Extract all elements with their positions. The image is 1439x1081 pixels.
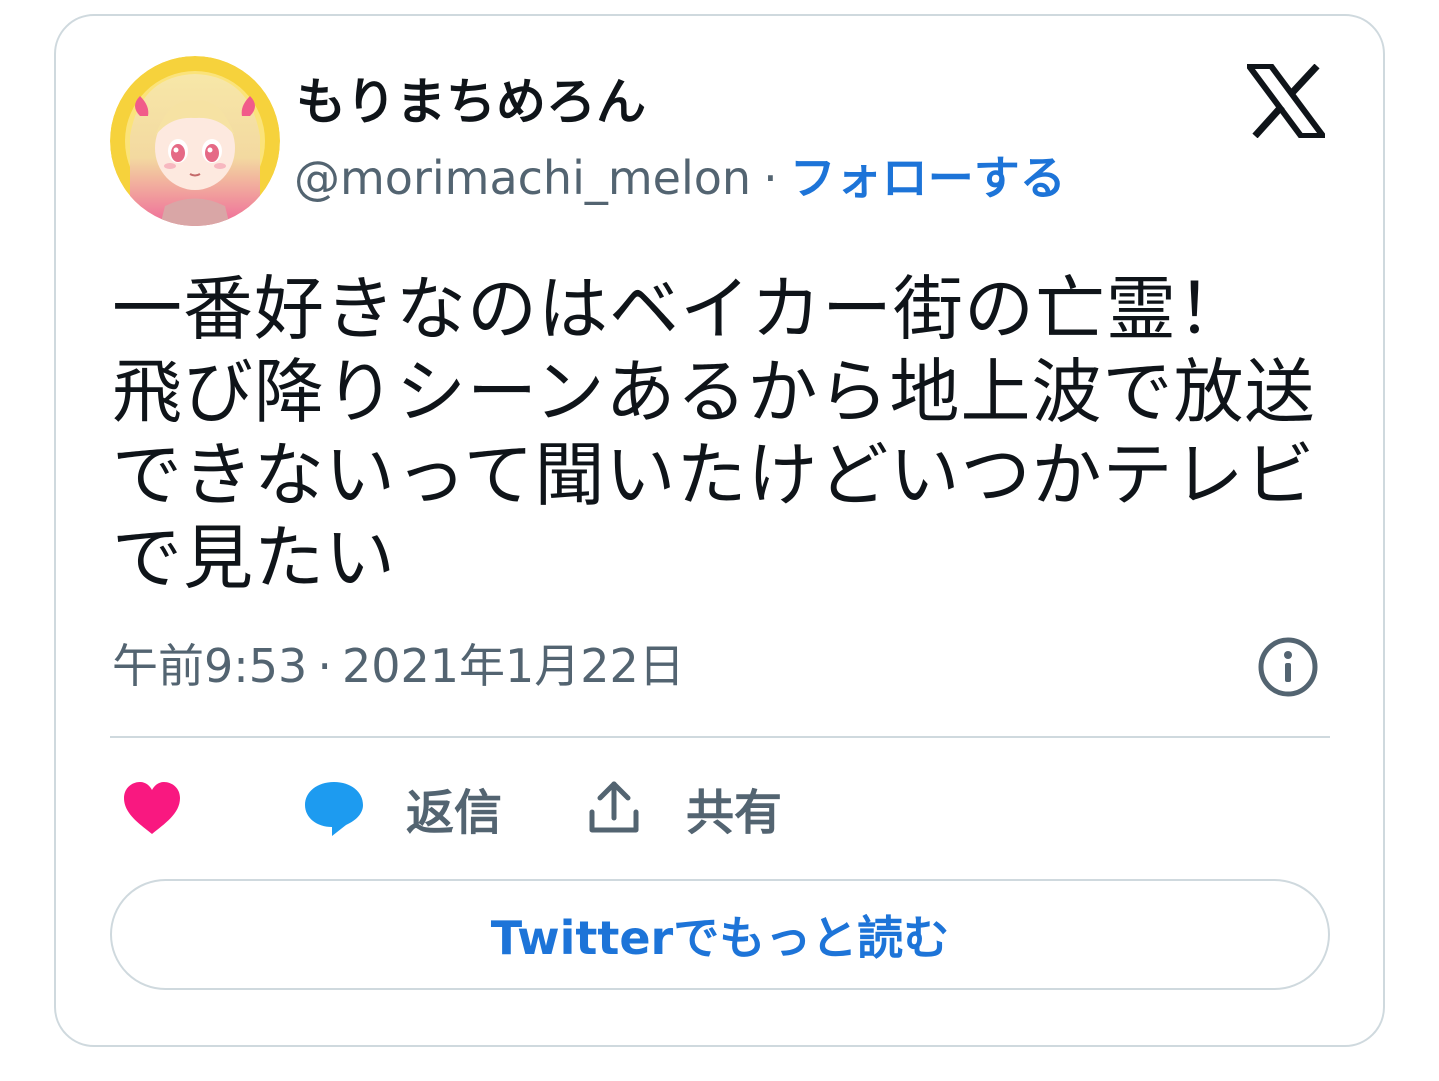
share-button[interactable]: 共有	[584, 770, 782, 846]
tweet-text-line: 一番好きなのはベイカー街の亡霊！	[112, 268, 1248, 350]
handle-row: @morimachi_melon · フォローする	[294, 146, 1066, 210]
tweet-time: 午前9:53	[112, 639, 308, 693]
heart-icon	[124, 782, 180, 834]
tweet-date: 2021年1月22日	[341, 639, 685, 693]
tweet-text: 一番好きなのはベイカー街の亡霊！ 飛び降りシーンあるから地上波で放送 できないっ…	[112, 268, 1342, 600]
info-icon[interactable]	[1256, 635, 1320, 699]
like-button[interactable]	[120, 770, 184, 846]
speech-bubble-icon	[305, 782, 363, 836]
avatar-image	[110, 56, 280, 226]
x-logo-icon[interactable]	[1243, 63, 1329, 139]
reply-button[interactable]: 返信	[302, 770, 502, 846]
divider	[110, 736, 1330, 738]
separator-dot: ·	[317, 639, 332, 693]
share-upload-icon	[589, 781, 639, 833]
read-more-button[interactable]: Twitterでもっと読む	[110, 879, 1330, 990]
handle[interactable]: @morimachi_melon	[294, 151, 751, 205]
follow-link[interactable]: フォローする	[790, 151, 1066, 205]
share-label: 共有	[686, 785, 783, 841]
reply-label: 返信	[406, 785, 503, 841]
separator-dot: ·	[763, 151, 778, 205]
tweet-text-line: 飛び降りシーンあるから地上波で放送	[112, 351, 1316, 433]
display-name[interactable]: もりまちめろん	[296, 70, 646, 134]
tweet-text-line: で見たい	[112, 517, 396, 599]
avatar[interactable]	[110, 56, 280, 226]
tweet-timestamp[interactable]: 午前9:53 · 2021年1月22日	[112, 636, 685, 696]
tweet-text-line: できないって聞いたけどいつかテレビ	[112, 434, 1316, 516]
